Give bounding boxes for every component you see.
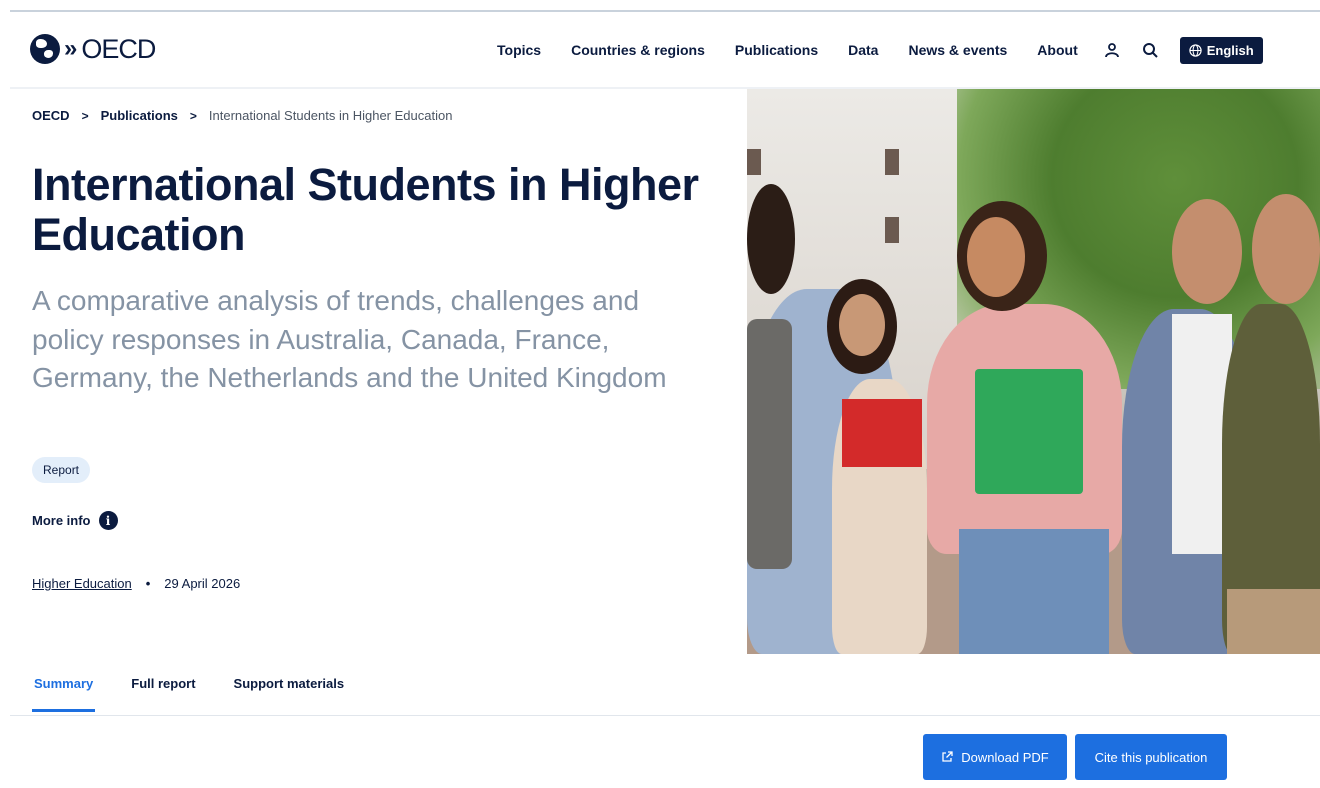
logo-text: OECD <box>81 33 156 64</box>
topic-link[interactable]: Higher Education <box>32 576 132 591</box>
hero-image <box>747 89 1320 654</box>
logo-chevrons-icon: » <box>64 35 78 62</box>
publication-meta: Higher Education • 29 April 2026 <box>32 576 240 591</box>
tabs-divider <box>10 715 1320 716</box>
info-icon: i <box>98 511 118 530</box>
download-pdf-label: Download PDF <box>961 749 1049 765</box>
nav-countries-regions[interactable]: Countries & regions <box>571 42 705 58</box>
cite-publication-label: Cite this publication <box>1094 749 1208 765</box>
globe-icon <box>1189 43 1202 57</box>
breadcrumb: OECD > Publications > International Stud… <box>32 108 452 123</box>
nav-topics[interactable]: Topics <box>497 42 541 58</box>
cite-publication-button[interactable]: Cite this publication <box>1075 734 1227 780</box>
nav-publications[interactable]: Publications <box>735 42 818 58</box>
main-nav: Topics Countries & regions Publications … <box>497 36 1263 64</box>
nav-data[interactable]: Data <box>848 42 878 58</box>
more-info-toggle[interactable]: More info i <box>32 511 118 530</box>
more-info-label: More info <box>32 513 91 528</box>
site-header: » OECD Topics Countries & regions Public… <box>0 12 1320 88</box>
external-link-icon <box>942 751 953 762</box>
tab-summary[interactable]: Summary <box>31 676 96 712</box>
page-subtitle: A comparative analysis of trends, challe… <box>32 285 667 393</box>
breadcrumb-home[interactable]: OECD <box>32 108 70 123</box>
publication-tabs: Summary Full report Support materials <box>31 676 382 712</box>
publication-date: 29 April 2026 <box>164 576 241 591</box>
language-button[interactable]: English <box>1179 36 1263 64</box>
language-label: English <box>1206 42 1254 58</box>
tab-support-materials[interactable]: Support materials <box>234 676 345 712</box>
nav-about[interactable]: About <box>1037 42 1077 58</box>
globe-logo-icon <box>30 34 60 64</box>
oecd-logo[interactable]: » OECD <box>30 33 156 64</box>
chevron-right-icon: > <box>81 108 89 123</box>
tab-full-report[interactable]: Full report <box>131 676 195 712</box>
download-pdf-button[interactable]: Download PDF <box>923 734 1067 780</box>
report-type-badge: Report <box>32 457 91 483</box>
nav-news-events[interactable]: News & events <box>908 42 1007 58</box>
page-title: International Students in Higher Educati… <box>32 159 699 260</box>
breadcrumb-publications[interactable]: Publications <box>101 108 178 123</box>
separator-dot: • <box>145 576 151 591</box>
breadcrumb-current: International Students in Higher Educati… <box>208 108 453 123</box>
chevron-right-icon: > <box>189 108 197 123</box>
search-icon[interactable] <box>1142 42 1158 58</box>
user-icon[interactable] <box>1104 42 1120 58</box>
